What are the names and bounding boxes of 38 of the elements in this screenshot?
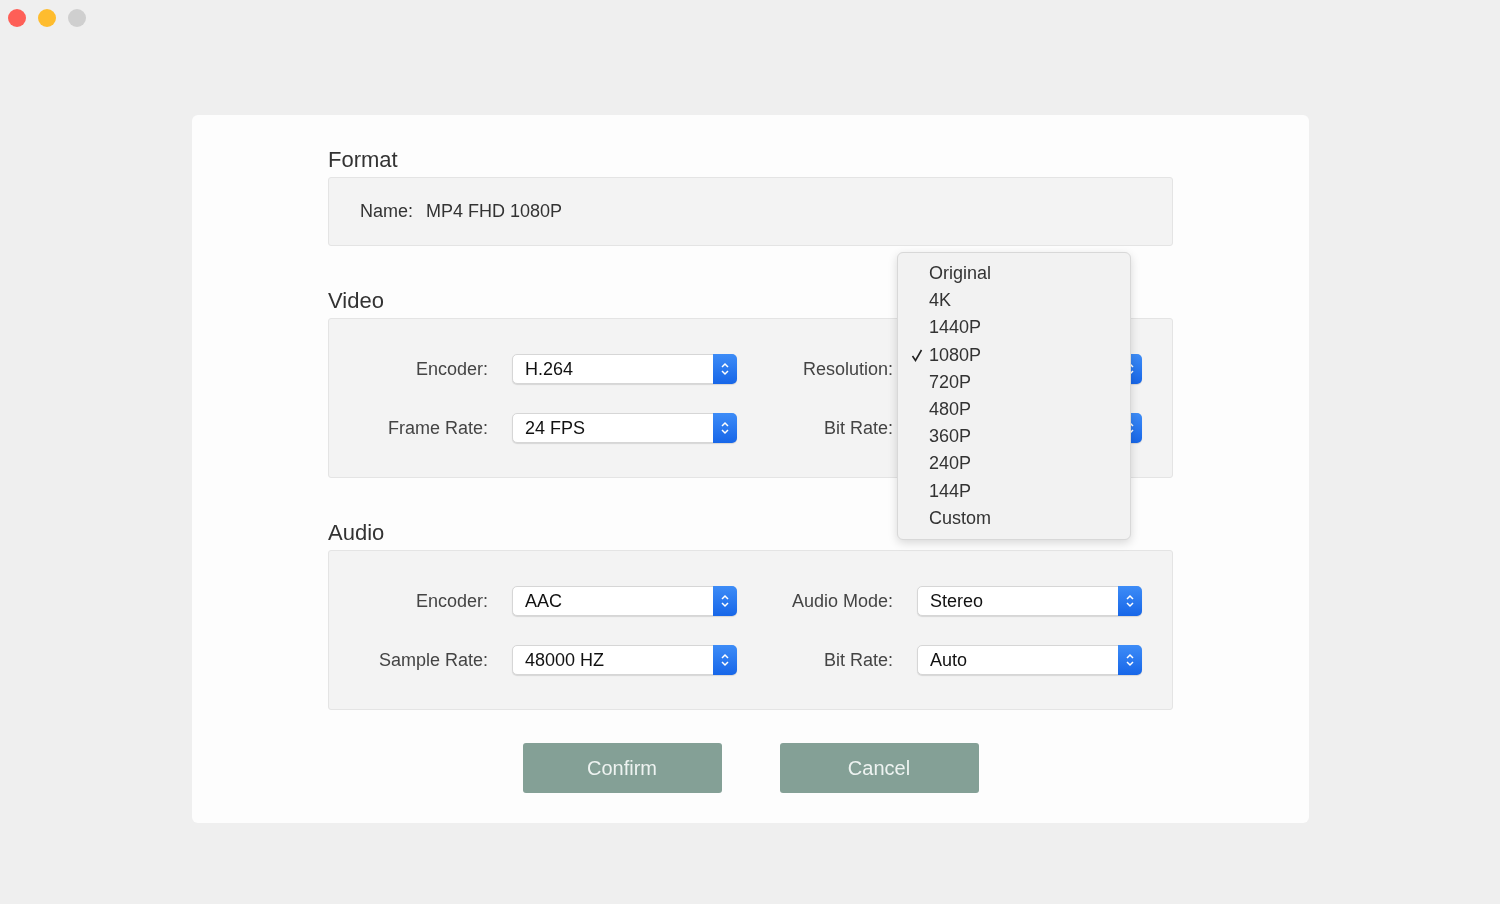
menu-item[interactable]: 480P (898, 395, 1130, 424)
name-value: MP4 FHD 1080P (426, 201, 563, 222)
dropdown[interactable]: AAC (512, 586, 737, 616)
field-label: Resolution: (801, 358, 893, 380)
field-label: Encoder: (414, 590, 488, 612)
menu-item[interactable]: Original (898, 260, 1130, 288)
menu-item[interactable]: Custom (898, 504, 1130, 532)
section-title: Format (328, 147, 398, 173)
up-down-arrows-icon (1125, 652, 1135, 668)
dropdown[interactable]: H.264 (512, 354, 737, 384)
field-label: Frame Rate: (386, 417, 488, 439)
menu-item[interactable]: 240P (898, 450, 1130, 478)
field-label: Bit Rate: (822, 417, 893, 439)
zoom-button[interactable] (68, 9, 86, 27)
section-title: Audio (328, 520, 385, 546)
menu-item[interactable]: 1080P (898, 341, 1130, 369)
field-label: Sample Rate: (377, 649, 488, 671)
section-title: Video (328, 288, 384, 314)
name-label: Name: (360, 201, 413, 222)
up-down-arrows-icon (720, 420, 730, 436)
dropdown[interactable]: 48000 HZ (512, 645, 737, 675)
menu-item[interactable]: 144P (898, 477, 1130, 505)
close-button[interactable] (8, 9, 26, 27)
up-down-arrows-icon (720, 652, 730, 668)
dropdown[interactable]: Stereo (917, 586, 1142, 616)
minimize-button[interactable] (38, 9, 56, 27)
dropdown[interactable]: Auto (917, 645, 1142, 675)
up-down-arrows-icon (720, 361, 730, 377)
up-down-arrows-icon (720, 593, 730, 609)
menu-item[interactable]: 720P (898, 368, 1130, 396)
menu-item[interactable]: 360P (898, 423, 1130, 451)
dropdown[interactable]: 24 FPS (512, 413, 737, 443)
field-label: Bit Rate: (822, 649, 893, 671)
up-down-arrows-icon (1125, 593, 1135, 609)
field-label: Audio Mode: (790, 590, 893, 612)
menu-item[interactable]: 1440P (898, 314, 1130, 342)
field-label: Encoder: (414, 358, 488, 380)
menu-item[interactable]: 4K (898, 287, 1130, 315)
